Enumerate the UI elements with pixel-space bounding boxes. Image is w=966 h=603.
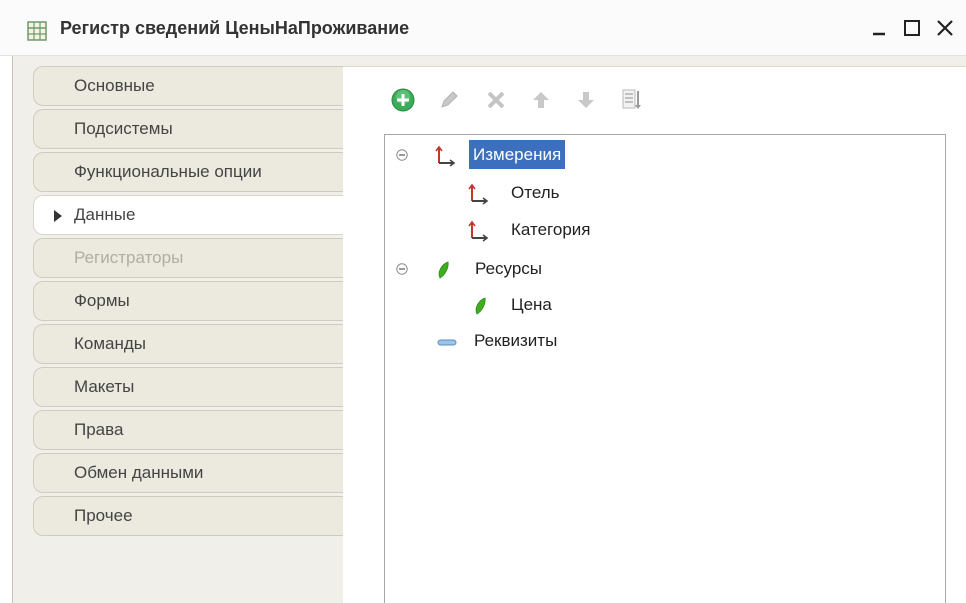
move-down-button[interactable] <box>571 85 601 115</box>
tab-label: Основные <box>74 76 155 95</box>
minimize-button[interactable] <box>866 13 894 43</box>
tab-label: Макеты <box>74 377 135 396</box>
dimension-icon <box>468 220 489 242</box>
dimension-icon <box>435 145 456 167</box>
register-window: Регистр сведений ЦеныНаПроживание Основн… <box>0 0 966 603</box>
register-table-icon <box>27 21 47 41</box>
maximize-icon <box>904 20 920 36</box>
attribute-icon <box>437 339 457 346</box>
tab-label: Регистраторы <box>74 248 184 267</box>
move-up-icon <box>533 92 549 108</box>
tab-dannye[interactable]: Данные <box>33 195 343 235</box>
tab-label: Команды <box>74 334 147 353</box>
tab-formy[interactable]: Формы <box>33 281 343 321</box>
tree-node-hotel[interactable]: Отель <box>467 178 627 208</box>
close-button[interactable] <box>931 13 959 43</box>
maximize-button[interactable] <box>898 13 926 43</box>
tab-prava[interactable]: Права <box>33 410 343 450</box>
tree-node-label: Реквизиты <box>474 331 558 350</box>
sort-list-button[interactable] <box>616 85 646 115</box>
tab-osnovnye[interactable]: Основные <box>33 66 343 106</box>
move-down-icon <box>578 92 594 108</box>
tab-registratory[interactable]: Регистраторы <box>33 238 343 278</box>
tree-node-label: Ресурсы <box>475 259 543 278</box>
tab-label: Данные <box>74 205 136 224</box>
tree-node-label: Измерения <box>469 140 566 169</box>
tree-node-category[interactable]: Категория <box>467 215 647 245</box>
tree-node-label: Категория <box>511 220 591 239</box>
tree-node-label: Отель <box>511 183 560 202</box>
delete-icon <box>487 91 505 109</box>
collapse-icon[interactable] <box>396 263 408 275</box>
tab-komandy[interactable]: Команды <box>33 324 343 364</box>
tree-node-attributes[interactable]: Реквизиты <box>436 326 636 356</box>
tab-label: Права <box>74 420 124 439</box>
tree-node-resources[interactable]: Ресурсы <box>396 254 596 284</box>
tab-label: Прочее <box>74 506 133 525</box>
add-button[interactable] <box>388 85 418 115</box>
edit-button[interactable] <box>434 85 464 115</box>
tab-makety[interactable]: Макеты <box>33 367 343 407</box>
tab-label: Функциональные опции <box>74 162 262 181</box>
resource-icon <box>475 297 486 315</box>
tab-prochee[interactable]: Прочее <box>33 496 343 536</box>
dimension-icon <box>468 183 489 205</box>
add-icon <box>391 88 415 112</box>
tab-obmen-dannymi[interactable]: Обмен данными <box>33 453 343 493</box>
tree-node-label: Цена <box>511 295 552 314</box>
active-tab-arrow-icon <box>54 210 62 222</box>
minimize-icon <box>873 32 885 36</box>
tree-toolbar <box>388 85 668 115</box>
tree-node-price[interactable]: Цена <box>470 290 610 320</box>
delete-button[interactable] <box>481 85 511 115</box>
tab-label: Формы <box>74 291 130 310</box>
resource-icon <box>438 261 449 279</box>
tab-podsistemy[interactable]: Подсистемы <box>33 109 343 149</box>
sort-list-icon <box>622 89 641 109</box>
close-icon <box>937 20 953 36</box>
window-title: Регистр сведений ЦеныНаПроживание <box>60 18 410 38</box>
title-bar[interactable]: Регистр сведений ЦеныНаПроживание <box>0 0 966 56</box>
tab-label: Обмен данными <box>74 463 204 482</box>
edit-icon <box>441 91 458 108</box>
tab-label: Подсистемы <box>74 119 173 138</box>
collapse-icon[interactable] <box>396 149 408 161</box>
tree-node-dimensions[interactable]: Измерения <box>396 140 646 170</box>
tab-funktsionalnye-optsii[interactable]: Функциональные опции <box>33 152 343 192</box>
move-up-button[interactable] <box>526 85 556 115</box>
